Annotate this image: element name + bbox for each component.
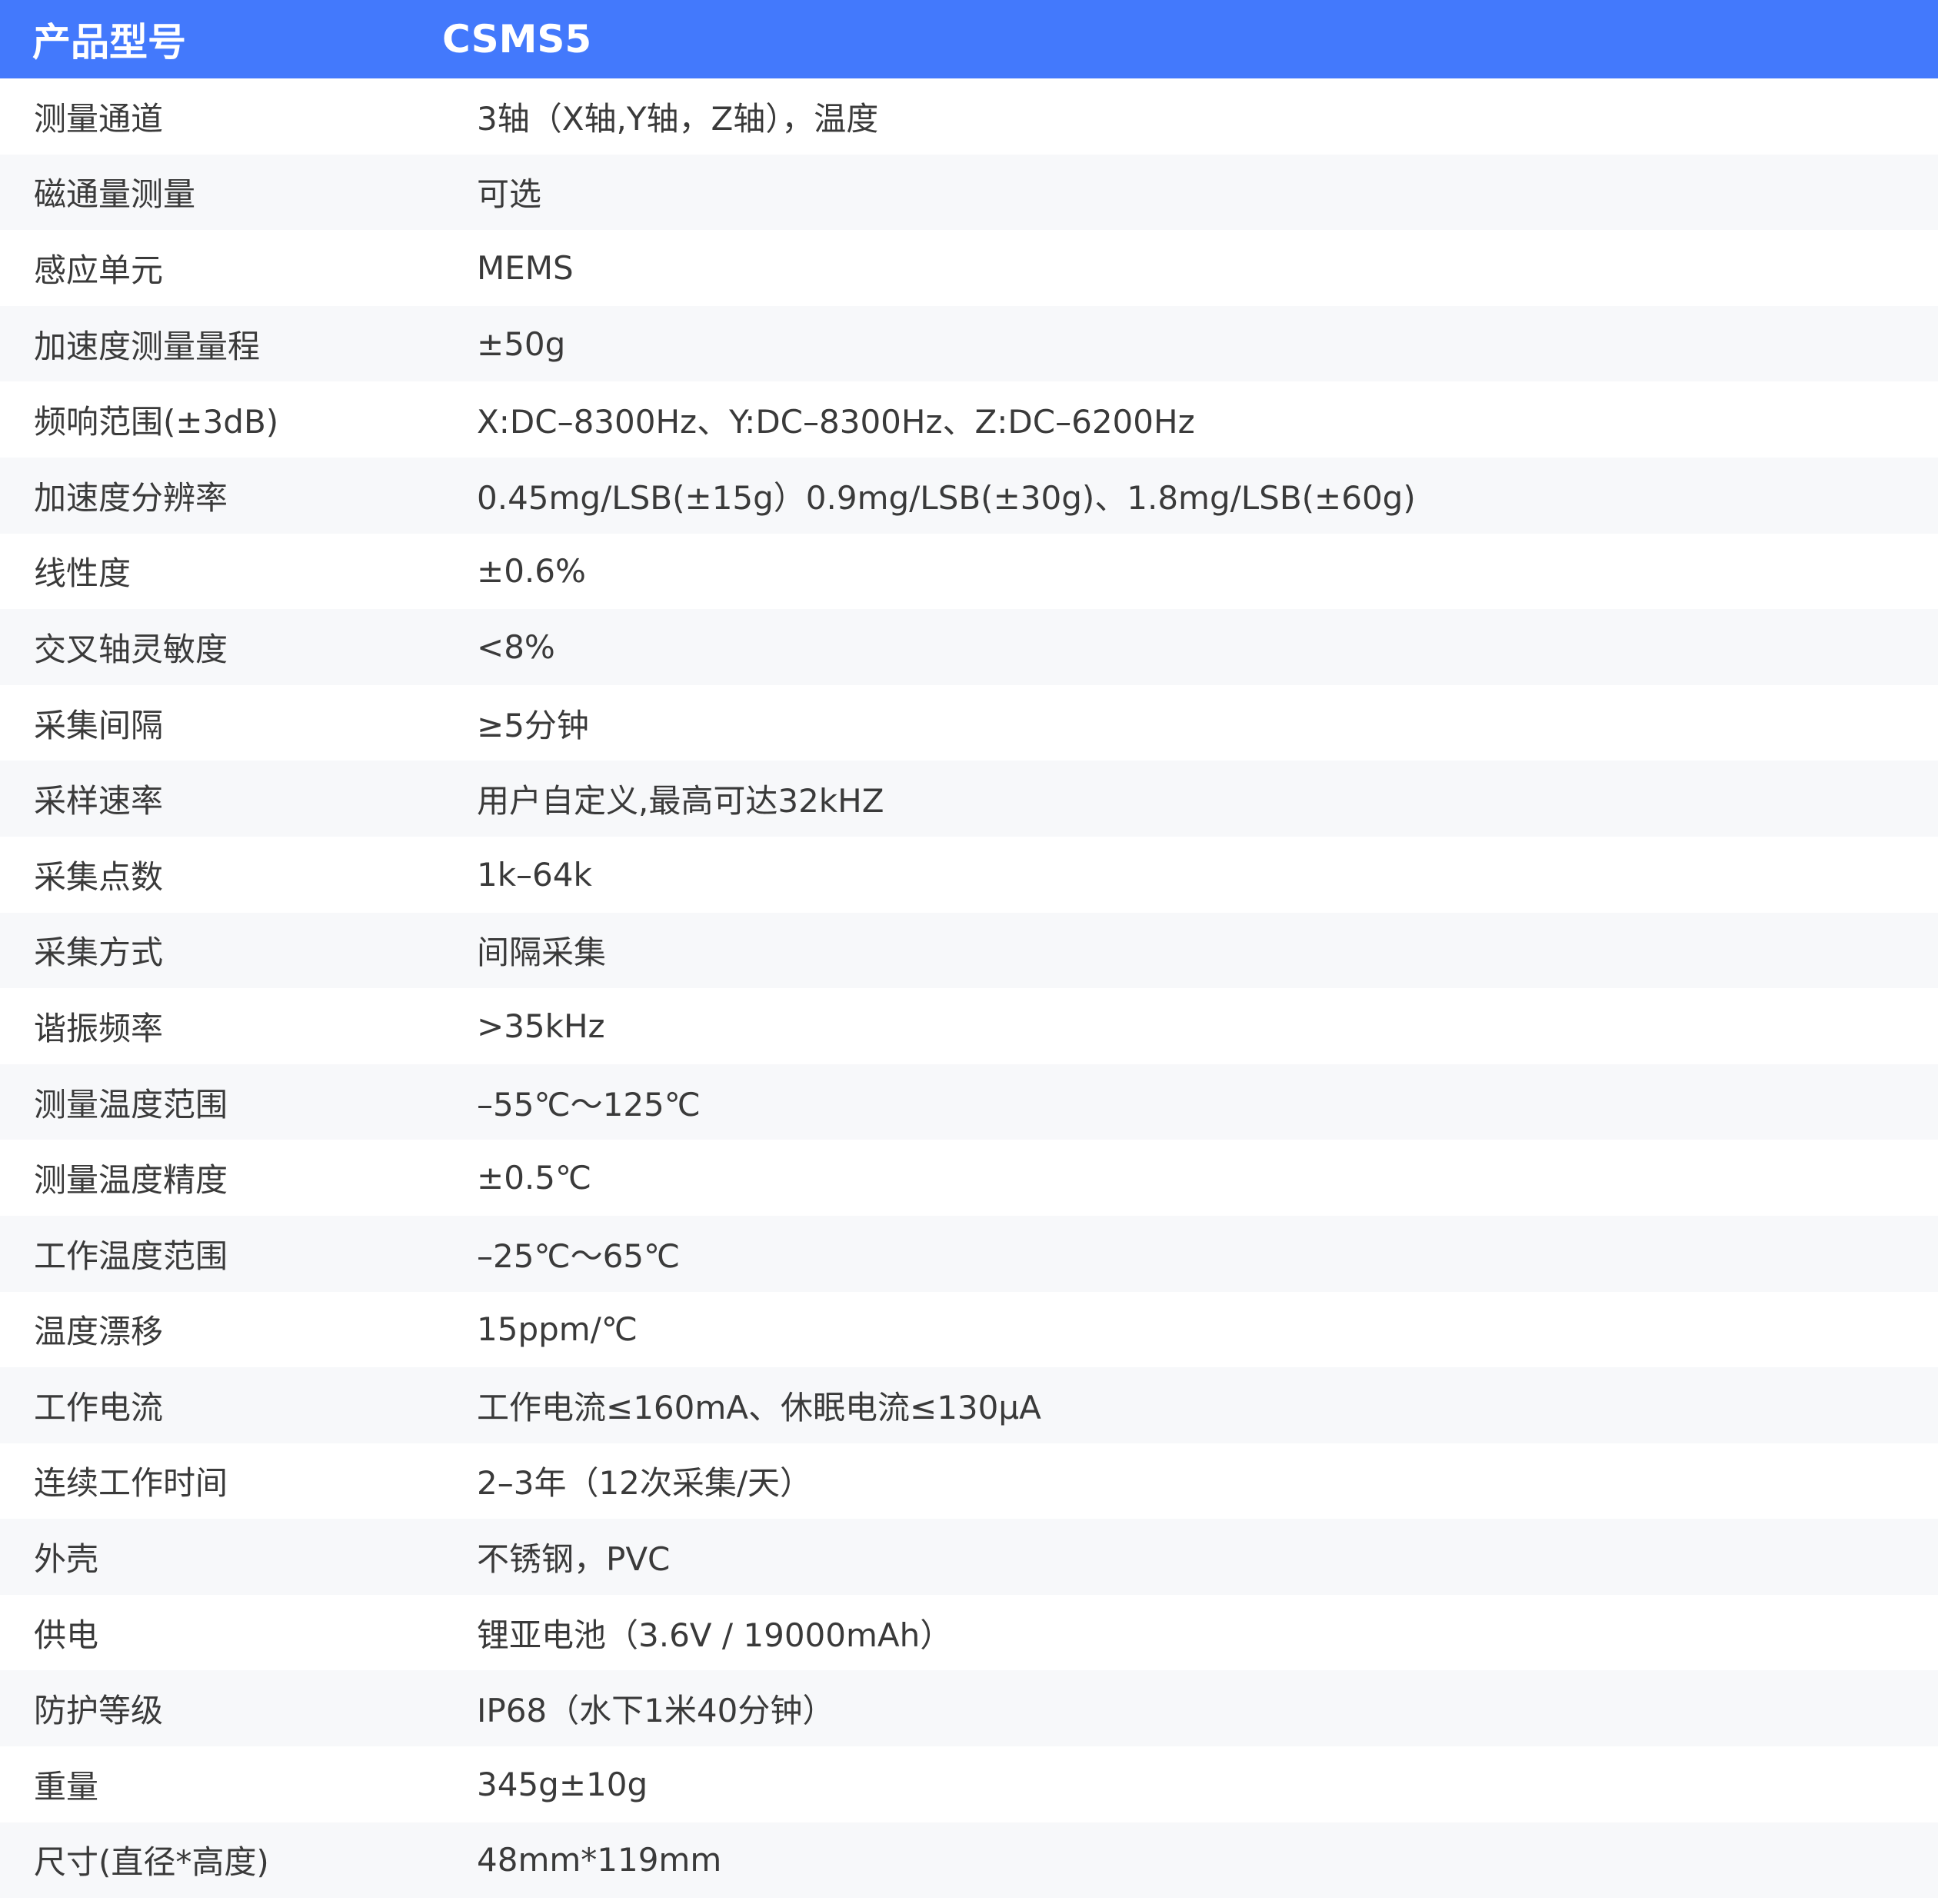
row-value: X:DC–8300Hz、Y:DC–8300Hz、Z:DC–6200Hz — [477, 403, 1195, 441]
table-row: 测量通道 3轴（X轴,Y轴，Z轴），温度 — [0, 78, 1938, 155]
row-label: 防护等级 — [34, 1692, 164, 1730]
row-label: 温度漂移 — [34, 1313, 164, 1351]
row-value: 0.45mg/LSB(±15g）0.9mg/LSB(±30g)、1.8mg/LS… — [477, 478, 1416, 517]
table-row: 工作温度范围 –25℃～65℃ — [0, 1215, 1938, 1292]
table-row: 工作电流 工作电流≤160mA、休眠电流≤130μA — [0, 1367, 1938, 1443]
row-label: 加速度分辨率 — [34, 478, 228, 517]
row-label: 测量通道 — [34, 99, 164, 138]
spec-table: 产品型号 CSMS5 测量通道 3轴（X轴,Y轴，Z轴），温度 磁通量测量 可选… — [0, 0, 1938, 1904]
row-label: 尺寸(直径*高度) — [34, 1843, 269, 1882]
row-label: 线性度 — [34, 554, 132, 593]
row-label: 采集间隔 — [34, 706, 164, 744]
row-value: ±0.5℃ — [477, 1159, 592, 1197]
row-label: 加速度测量量程 — [34, 327, 261, 365]
row-value: <8% — [477, 627, 555, 666]
row-label: 供电 — [34, 1616, 99, 1654]
header-label: 产品型号 — [32, 20, 186, 65]
table-row: 外壳 不锈钢，PVC — [0, 1519, 1938, 1595]
table-row: 交叉轴灵敏度 <8% — [0, 609, 1938, 685]
row-value: 345g±10g — [477, 1765, 648, 1803]
row-value: ±50g — [477, 325, 566, 363]
row-value: >35kHz — [477, 1007, 605, 1045]
table-row: 防护等级 IP68（水下1米40分钟） — [0, 1670, 1938, 1747]
row-value: –55℃～125℃ — [477, 1085, 701, 1123]
row-value: ±0.6% — [477, 552, 586, 591]
row-value: 48mm*119mm — [477, 1841, 722, 1879]
table-row: 温度漂移 15ppm/℃ — [0, 1291, 1938, 1368]
table-row: 测量温度精度 ±0.5℃ — [0, 1140, 1938, 1216]
row-label: 外壳 — [34, 1540, 99, 1579]
row-label: 工作温度范围 — [34, 1237, 228, 1275]
row-label: 谐振频率 — [34, 1009, 164, 1047]
row-value: 间隔采集 — [477, 934, 607, 972]
row-value: 用户自定义,最高可达32kHZ — [477, 782, 884, 821]
table-row: 测量温度范围 –55℃～125℃ — [0, 1064, 1938, 1140]
row-label: 感应单元 — [34, 251, 164, 289]
header-value: CSMS5 — [442, 17, 592, 62]
row-value: 可选 — [477, 175, 542, 214]
table-row: 感应单元 MEMS — [0, 230, 1938, 306]
row-label: 采集方式 — [34, 934, 164, 972]
row-value: –25℃～65℃ — [477, 1237, 681, 1275]
row-value: 不锈钢，PVC — [477, 1540, 671, 1579]
table-row: 频响范围(±3dB) X:DC–8300Hz、Y:DC–8300Hz、Z:DC–… — [0, 381, 1938, 458]
row-value: 3轴（X轴,Y轴，Z轴），温度 — [477, 99, 879, 138]
table-row: 重量 345g±10g — [0, 1746, 1938, 1822]
table-row: 采集方式 间隔采集 — [0, 912, 1938, 989]
row-label: 交叉轴灵敏度 — [34, 630, 228, 668]
table-row: 线性度 ±0.6% — [0, 533, 1938, 610]
row-label: 连续工作时间 — [34, 1464, 228, 1503]
row-value: 工作电流≤160mA、休眠电流≤130μA — [477, 1388, 1041, 1426]
table-row: 采集间隔 ≥5分钟 — [0, 684, 1938, 761]
table-row: 加速度分辨率 0.45mg/LSB(±15g）0.9mg/LSB(±30g)、1… — [0, 457, 1938, 534]
table-row: 加速度测量量程 ±50g — [0, 305, 1938, 382]
row-label: 测量温度精度 — [34, 1161, 228, 1200]
row-value: 15ppm/℃ — [477, 1310, 638, 1349]
row-label: 工作电流 — [34, 1388, 164, 1426]
row-value: 1k–64k — [477, 855, 592, 894]
row-label: 磁通量测量 — [34, 175, 196, 214]
table-row: 供电 锂亚电池（3.6V / 19000mAh） — [0, 1594, 1938, 1671]
row-label: 测量温度范围 — [34, 1085, 228, 1123]
row-value: ≥5分钟 — [477, 706, 589, 744]
row-label: 采样速率 — [34, 782, 164, 821]
row-label: 频响范围(±3dB) — [34, 403, 279, 441]
row-value: IP68（水下1米40分钟） — [477, 1692, 835, 1730]
table-row: 尺寸(直径*高度) 48mm*119mm — [0, 1822, 1938, 1899]
table-row: 谐振频率 >35kHz — [0, 988, 1938, 1064]
row-label: 重量 — [34, 1767, 99, 1806]
table-row: 采集点数 1k–64k — [0, 836, 1938, 913]
row-value: 锂亚电池（3.6V / 19000mAh） — [477, 1616, 953, 1654]
row-label: 采集点数 — [34, 857, 164, 896]
table-row: 磁通量测量 可选 — [0, 154, 1938, 231]
row-value: MEMS — [477, 248, 574, 287]
table-row: 连续工作时间 2–3年（12次采集/天） — [0, 1443, 1938, 1520]
row-value: 2–3年（12次采集/天） — [477, 1464, 813, 1503]
table-body: 测量通道 3轴（X轴,Y轴，Z轴），温度 磁通量测量 可选 感应单元 MEMS … — [0, 78, 1938, 1899]
table-header-row: 产品型号 CSMS5 — [0, 0, 1938, 78]
table-row: 采样速率 用户自定义,最高可达32kHZ — [0, 761, 1938, 837]
